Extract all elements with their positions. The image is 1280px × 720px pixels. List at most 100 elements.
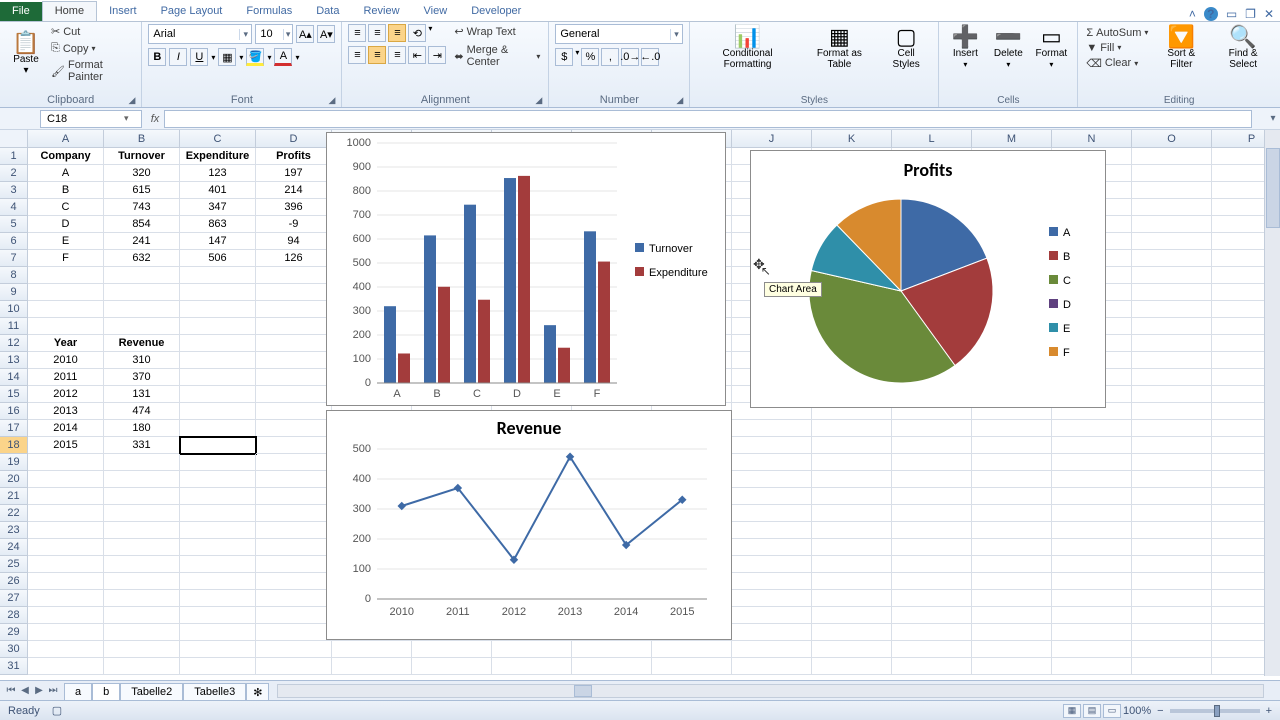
cell-L20[interactable] xyxy=(892,471,972,488)
cell-O26[interactable] xyxy=(1132,573,1212,590)
cell-C6[interactable]: 147 xyxy=(180,233,256,250)
row-header-9[interactable]: 9 xyxy=(0,284,28,301)
row-header-13[interactable]: 13 xyxy=(0,352,28,369)
cell-B6[interactable]: 241 xyxy=(104,233,180,250)
tab-file[interactable]: File xyxy=(0,2,42,21)
cell-O14[interactable] xyxy=(1132,369,1212,386)
cell-N27[interactable] xyxy=(1052,590,1132,607)
cell-A6[interactable]: E xyxy=(28,233,104,250)
cell-A31[interactable] xyxy=(28,658,104,675)
cell-D14[interactable] xyxy=(256,369,332,386)
cell-A10[interactable] xyxy=(28,301,104,318)
row-header-27[interactable]: 27 xyxy=(0,590,28,607)
cell-M27[interactable] xyxy=(972,590,1052,607)
fill-color-button[interactable]: 🪣 xyxy=(246,48,264,66)
cell-A21[interactable] xyxy=(28,488,104,505)
cell-M22[interactable] xyxy=(972,505,1052,522)
macro-record-icon[interactable]: ▢ xyxy=(52,704,62,717)
tab-developer[interactable]: Developer xyxy=(459,2,533,21)
cell-L18[interactable] xyxy=(892,437,972,454)
cell-D10[interactable] xyxy=(256,301,332,318)
cell-J24[interactable] xyxy=(732,539,812,556)
cell-O29[interactable] xyxy=(1132,624,1212,641)
copy-button[interactable]: ⎘Copy▾ xyxy=(49,41,135,56)
cell-B22[interactable] xyxy=(104,505,180,522)
cell-K30[interactable] xyxy=(812,641,892,658)
cell-D26[interactable] xyxy=(256,573,332,590)
cell-D23[interactable] xyxy=(256,522,332,539)
cell-B4[interactable]: 743 xyxy=(104,199,180,216)
merge-center-button[interactable]: ⬌Merge & Center▾ xyxy=(452,43,542,69)
cell-M21[interactable] xyxy=(972,488,1052,505)
cell-B24[interactable] xyxy=(104,539,180,556)
spreadsheet-grid[interactable]: ABCDEFGHIJKLMNOP 12345678910111213141516… xyxy=(0,130,1280,676)
cell-O10[interactable] xyxy=(1132,301,1212,318)
cell-O23[interactable] xyxy=(1132,522,1212,539)
view-buttons[interactable]: ▦▤▭ xyxy=(1063,704,1123,718)
cell-D31[interactable] xyxy=(256,658,332,675)
decrease-indent-icon[interactable]: ⇤ xyxy=(408,46,426,64)
name-box[interactable]: ▾ xyxy=(40,110,142,128)
decrease-font-icon[interactable]: A▾ xyxy=(317,25,335,43)
cell-M19[interactable] xyxy=(972,454,1052,471)
cell-C1[interactable]: Expenditure xyxy=(180,148,256,165)
cell-D7[interactable]: 126 xyxy=(256,250,332,267)
row-header-17[interactable]: 17 xyxy=(0,420,28,437)
cell-A7[interactable]: F xyxy=(28,250,104,267)
cell-M30[interactable] xyxy=(972,641,1052,658)
formula-input[interactable] xyxy=(164,110,1252,128)
cell-L30[interactable] xyxy=(892,641,972,658)
cell-C27[interactable] xyxy=(180,590,256,607)
cell-C9[interactable] xyxy=(180,284,256,301)
number-format-combo[interactable]: ▾ xyxy=(555,24,683,44)
find-select-button[interactable]: 🔍Find & Select xyxy=(1212,24,1274,72)
row-header-1[interactable]: 1 xyxy=(0,148,28,165)
row-header-28[interactable]: 28 xyxy=(0,607,28,624)
cell-K28[interactable] xyxy=(812,607,892,624)
zoom-in-icon[interactable]: + xyxy=(1266,705,1272,717)
cell-M23[interactable] xyxy=(972,522,1052,539)
autosum-button[interactable]: ΣAutoSum▾ xyxy=(1084,26,1150,40)
cell-D16[interactable] xyxy=(256,403,332,420)
cell-O3[interactable] xyxy=(1132,182,1212,199)
cell-O17[interactable] xyxy=(1132,420,1212,437)
cell-B1[interactable]: Turnover xyxy=(104,148,180,165)
align-bottom-icon[interactable]: ≡ xyxy=(388,24,406,42)
row-header-31[interactable]: 31 xyxy=(0,658,28,675)
cell-O9[interactable] xyxy=(1132,284,1212,301)
cell-D1[interactable]: Profits xyxy=(256,148,332,165)
row-header-3[interactable]: 3 xyxy=(0,182,28,199)
cell-A19[interactable] xyxy=(28,454,104,471)
fill-button[interactable]: ▼Fill▾ xyxy=(1084,41,1150,55)
row-header-8[interactable]: 8 xyxy=(0,267,28,284)
increase-indent-icon[interactable]: ⇥ xyxy=(428,46,446,64)
cell-O6[interactable] xyxy=(1132,233,1212,250)
cell-J21[interactable] xyxy=(732,488,812,505)
cell-L31[interactable] xyxy=(892,658,972,675)
expand-formula-icon[interactable]: ▾ xyxy=(1266,113,1280,124)
col-header-J[interactable]: J xyxy=(732,130,812,148)
cell-O25[interactable] xyxy=(1132,556,1212,573)
cell-A17[interactable]: 2014 xyxy=(28,420,104,437)
cell-B13[interactable]: 310 xyxy=(104,352,180,369)
row-header-29[interactable]: 29 xyxy=(0,624,28,641)
cell-O12[interactable] xyxy=(1132,335,1212,352)
font-name-combo[interactable]: ▾ xyxy=(148,24,252,44)
cell-A4[interactable]: C xyxy=(28,199,104,216)
cell-O18[interactable] xyxy=(1132,437,1212,454)
cell-D6[interactable]: 94 xyxy=(256,233,332,250)
cell-C19[interactable] xyxy=(180,454,256,471)
cell-J26[interactable] xyxy=(732,573,812,590)
cell-J28[interactable] xyxy=(732,607,812,624)
cell-K25[interactable] xyxy=(812,556,892,573)
cell-B5[interactable]: 854 xyxy=(104,216,180,233)
wrap-text-button[interactable]: ↩Wrap Text xyxy=(452,24,542,39)
cell-J22[interactable] xyxy=(732,505,812,522)
row-header-14[interactable]: 14 xyxy=(0,369,28,386)
cell-C4[interactable]: 347 xyxy=(180,199,256,216)
cell-A30[interactable] xyxy=(28,641,104,658)
col-header-N[interactable]: N xyxy=(1052,130,1132,148)
cell-G30[interactable] xyxy=(492,641,572,658)
cell-J25[interactable] xyxy=(732,556,812,573)
cell-N20[interactable] xyxy=(1052,471,1132,488)
